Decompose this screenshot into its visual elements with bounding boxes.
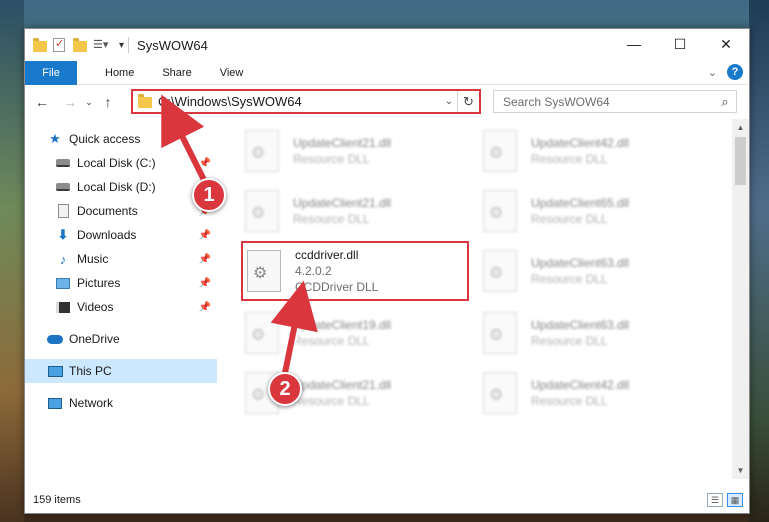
arrow-2 — [270, 280, 318, 381]
step-2-badge: 2 — [268, 372, 302, 406]
arrow-1 — [161, 94, 210, 189]
step-1-badge: 1 — [192, 178, 226, 212]
annotation-arrows — [161, 94, 318, 383]
